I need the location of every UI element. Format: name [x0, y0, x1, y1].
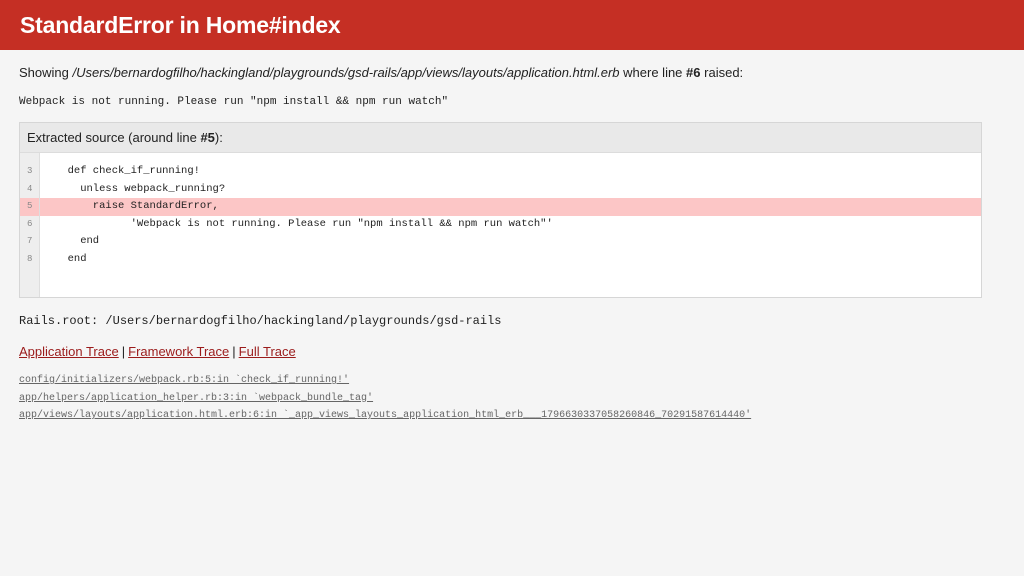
highlighted-code-line: raise StandardError, [40, 198, 981, 216]
error-content: Showing /Users/bernardogfilho/hackinglan… [0, 65, 1024, 425]
trace-frame-link[interactable]: config/initializers/webpack.rb:5:in `che… [19, 372, 1005, 390]
trace-frame-link[interactable]: app/views/layouts/application.html.erb:6… [19, 407, 1005, 425]
source-code: def check_if_running! unless webpack_run… [40, 153, 981, 297]
showing-middle: where line [623, 65, 683, 80]
line-number: 6 [27, 218, 33, 229]
line-number-gutter: 3 4 5 6 7 8 [20, 153, 40, 297]
showing-line: Showing /Users/bernardogfilho/hackinglan… [19, 65, 1005, 81]
exception-message: Webpack is not running. Please run "npm … [19, 96, 449, 108]
code-line: unless webpack_running? [55, 182, 226, 195]
code-line: def check_if_running! [55, 165, 200, 177]
code-line: end [55, 252, 87, 265]
trace-frame-link[interactable]: app/helpers/application_helper.rb:3:in `… [19, 390, 1005, 408]
line-number: 3 [27, 166, 33, 176]
trace-tabs: Application Trace | Framework Trace | Full T… [19, 344, 1005, 360]
source-header-prefix: Extracted source (around line [27, 130, 197, 145]
showing-suffix: raised: [704, 65, 744, 80]
extracted-source-header: Extracted source (around line #5): [20, 123, 981, 153]
rails-root: Rails.root: /Users/bernardogfilho/hackin… [19, 314, 502, 328]
page-title: StandardError in Home#index [20, 12, 341, 38]
full-trace-link[interactable]: Full Trace [239, 344, 296, 359]
application-trace-link[interactable]: Application Trace [19, 344, 119, 359]
extracted-source-panel: Extracted source (around line #5): 3 4 5 6 7… [19, 122, 982, 298]
application-trace-list: config/initializers/webpack.rb:5:in `che… [19, 372, 1005, 425]
error-header: StandardError in Home#index [0, 0, 1024, 50]
source-code-body[interactable]: 3 4 5 6 7 8 def check_if_running! unless webp… [20, 153, 981, 297]
framework-trace-link[interactable]: Framework Trace [128, 344, 229, 359]
code-line: end [55, 235, 100, 248]
line-number: 4 [27, 183, 33, 194]
line-number: 8 [27, 253, 33, 264]
source-header-suffix: ): [214, 130, 223, 145]
line-number: 7 [27, 236, 33, 247]
showing-prefix: Showing [19, 65, 69, 80]
source-header-line: #5 [200, 130, 215, 145]
line-number: 5 [20, 198, 39, 216]
template-path: /Users/bernardogfilho/hackingland/playgr… [72, 65, 620, 80]
code-line: 'Webpack is not running. Please run "npm… [55, 217, 553, 230]
trace-separator: | [121, 344, 126, 359]
raised-line-number: #6 [686, 65, 701, 80]
trace-separator: | [232, 344, 236, 359]
